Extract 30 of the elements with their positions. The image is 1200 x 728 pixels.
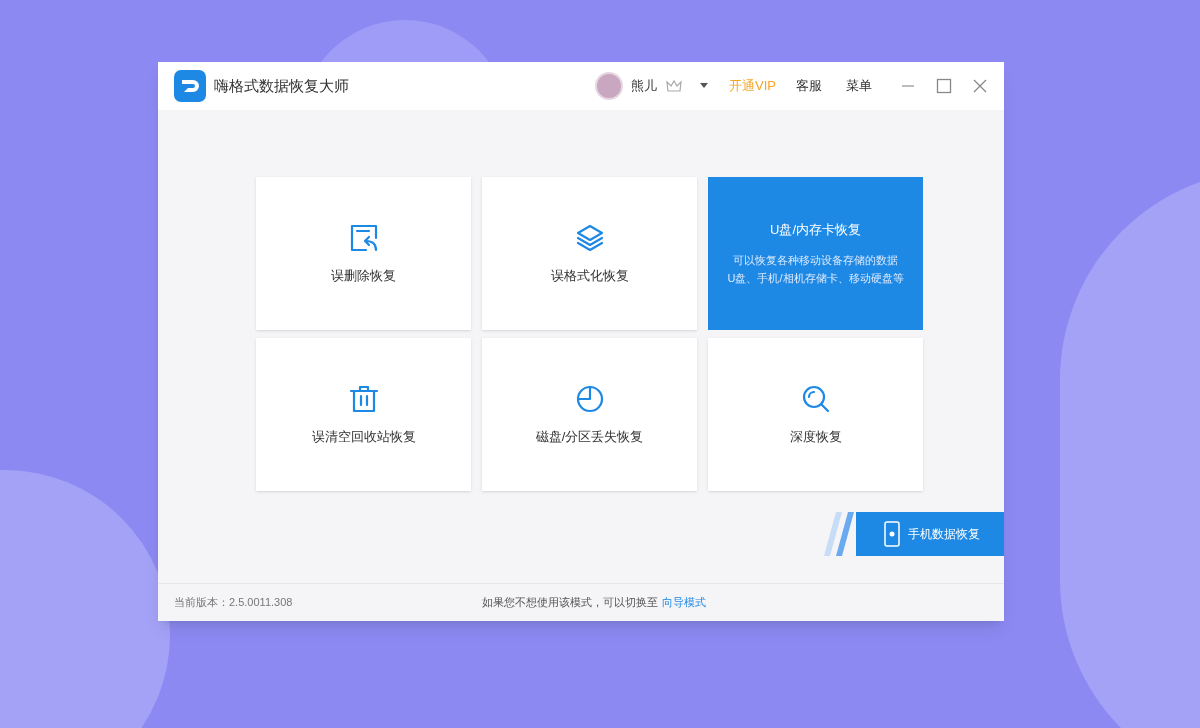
recovery-card[interactable]: 误删除恢复 <box>256 177 471 330</box>
card-label: 磁盘/分区丢失恢复 <box>535 427 644 446</box>
card-label: 误删除恢复 <box>331 266 396 285</box>
recovery-card[interactable]: 误清空回收站恢复 <box>256 338 471 491</box>
window-title: 嗨格式数据恢复大师 <box>214 75 349 96</box>
recovery-card[interactable]: 深度恢复 <box>708 338 923 491</box>
maximize-icon[interactable] <box>936 78 952 94</box>
card-label: 误格式化恢复 <box>550 266 629 285</box>
recovery-card[interactable]: 误格式化恢复 <box>482 177 697 330</box>
mobile-recovery-button[interactable]: 手机数据恢复 <box>856 512 1004 556</box>
card-description: 可以恢复各种移动设备存储的数据 <box>733 253 898 269</box>
service-link[interactable]: 客服 <box>796 76 822 96</box>
wizard-mode-link[interactable]: 向导模式 <box>662 594 707 611</box>
phone-icon <box>884 521 900 547</box>
card-label: 深度恢复 <box>789 427 842 446</box>
card-label: 误清空回收站恢复 <box>311 427 416 446</box>
version-text: 当前版本：2.5.0011.308 <box>174 595 293 611</box>
mode-hint: 如果您不想使用该模式，可以切换至 <box>482 595 659 611</box>
recovery-card[interactable]: 磁盘/分区丢失恢复 <box>482 338 697 491</box>
menu-link[interactable]: 菜单 <box>846 76 872 96</box>
card-label: U盘/内存卡恢复 <box>770 220 861 239</box>
stripe-decoration <box>822 512 856 556</box>
app-logo-icon <box>174 70 206 102</box>
user-avatar[interactable] <box>595 72 624 100</box>
user-name: 熊儿 <box>631 77 658 96</box>
close-icon[interactable] <box>972 78 988 94</box>
caret-icon[interactable] <box>699 83 710 89</box>
card-description: U盘、手机/相机存储卡、移动硬盘等 <box>727 271 904 287</box>
crown-icon <box>665 79 684 93</box>
recovery-card-selected[interactable]: U盘/内存卡恢复 可以恢复各种移动设备存储的数据 U盘、手机/相机存储卡、移动硬盘等 <box>708 177 923 330</box>
